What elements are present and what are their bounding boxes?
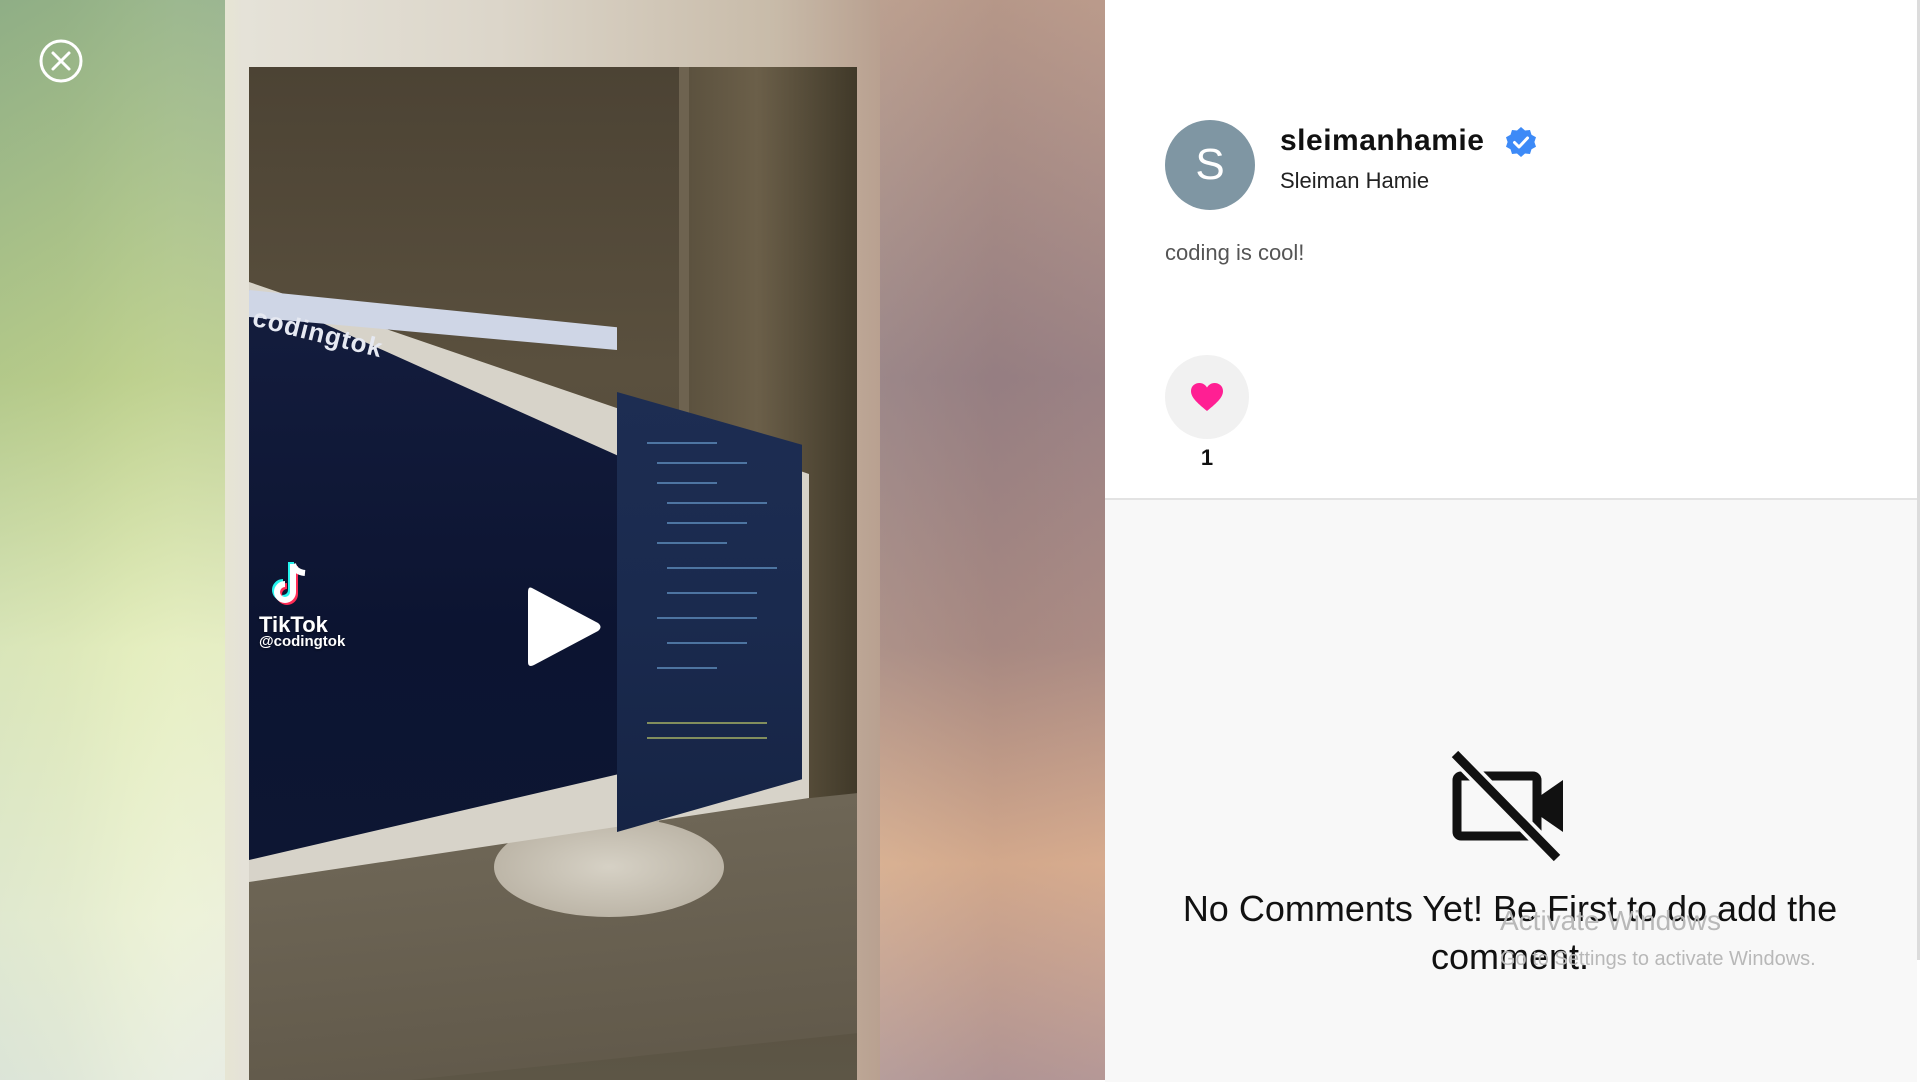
- comments-section: No Comments Yet! Be First to do add the …: [1105, 498, 1917, 1082]
- play-icon[interactable]: [524, 582, 604, 672]
- heart-icon: [1191, 383, 1223, 411]
- tiktok-watermark-handle: @codingtok: [259, 633, 346, 650]
- like-count: 1: [1200, 445, 1214, 470]
- post-detail-panel: S sleimanhamie Sleiman Hamie coding is c…: [1105, 0, 1920, 1082]
- os-activation-subtitle: Go to Settings to activate Windows.: [1500, 948, 1816, 970]
- verified-badge-icon: [1506, 127, 1536, 157]
- monitor-screen-code-editor: [617, 392, 802, 832]
- username[interactable]: sleimanhamie: [1280, 124, 1484, 158]
- post-caption: coding is cool!: [1165, 240, 1305, 265]
- avatar[interactable]: S: [1165, 120, 1255, 210]
- close-button[interactable]: [38, 38, 84, 84]
- full-name: Sleiman Hamie: [1280, 168, 1430, 193]
- video-off-icon: [1449, 748, 1563, 864]
- close-circle-icon: [39, 39, 83, 83]
- video-player[interactable]: codingtok TikTok @codingtok: [249, 67, 857, 1080]
- media-viewer: codingtok TikTok @codingtok: [0, 0, 1105, 1080]
- tiktok-logo-icon: [272, 562, 306, 605]
- like-button[interactable]: [1165, 355, 1249, 439]
- os-activation-title: Activate Windows: [1500, 905, 1721, 936]
